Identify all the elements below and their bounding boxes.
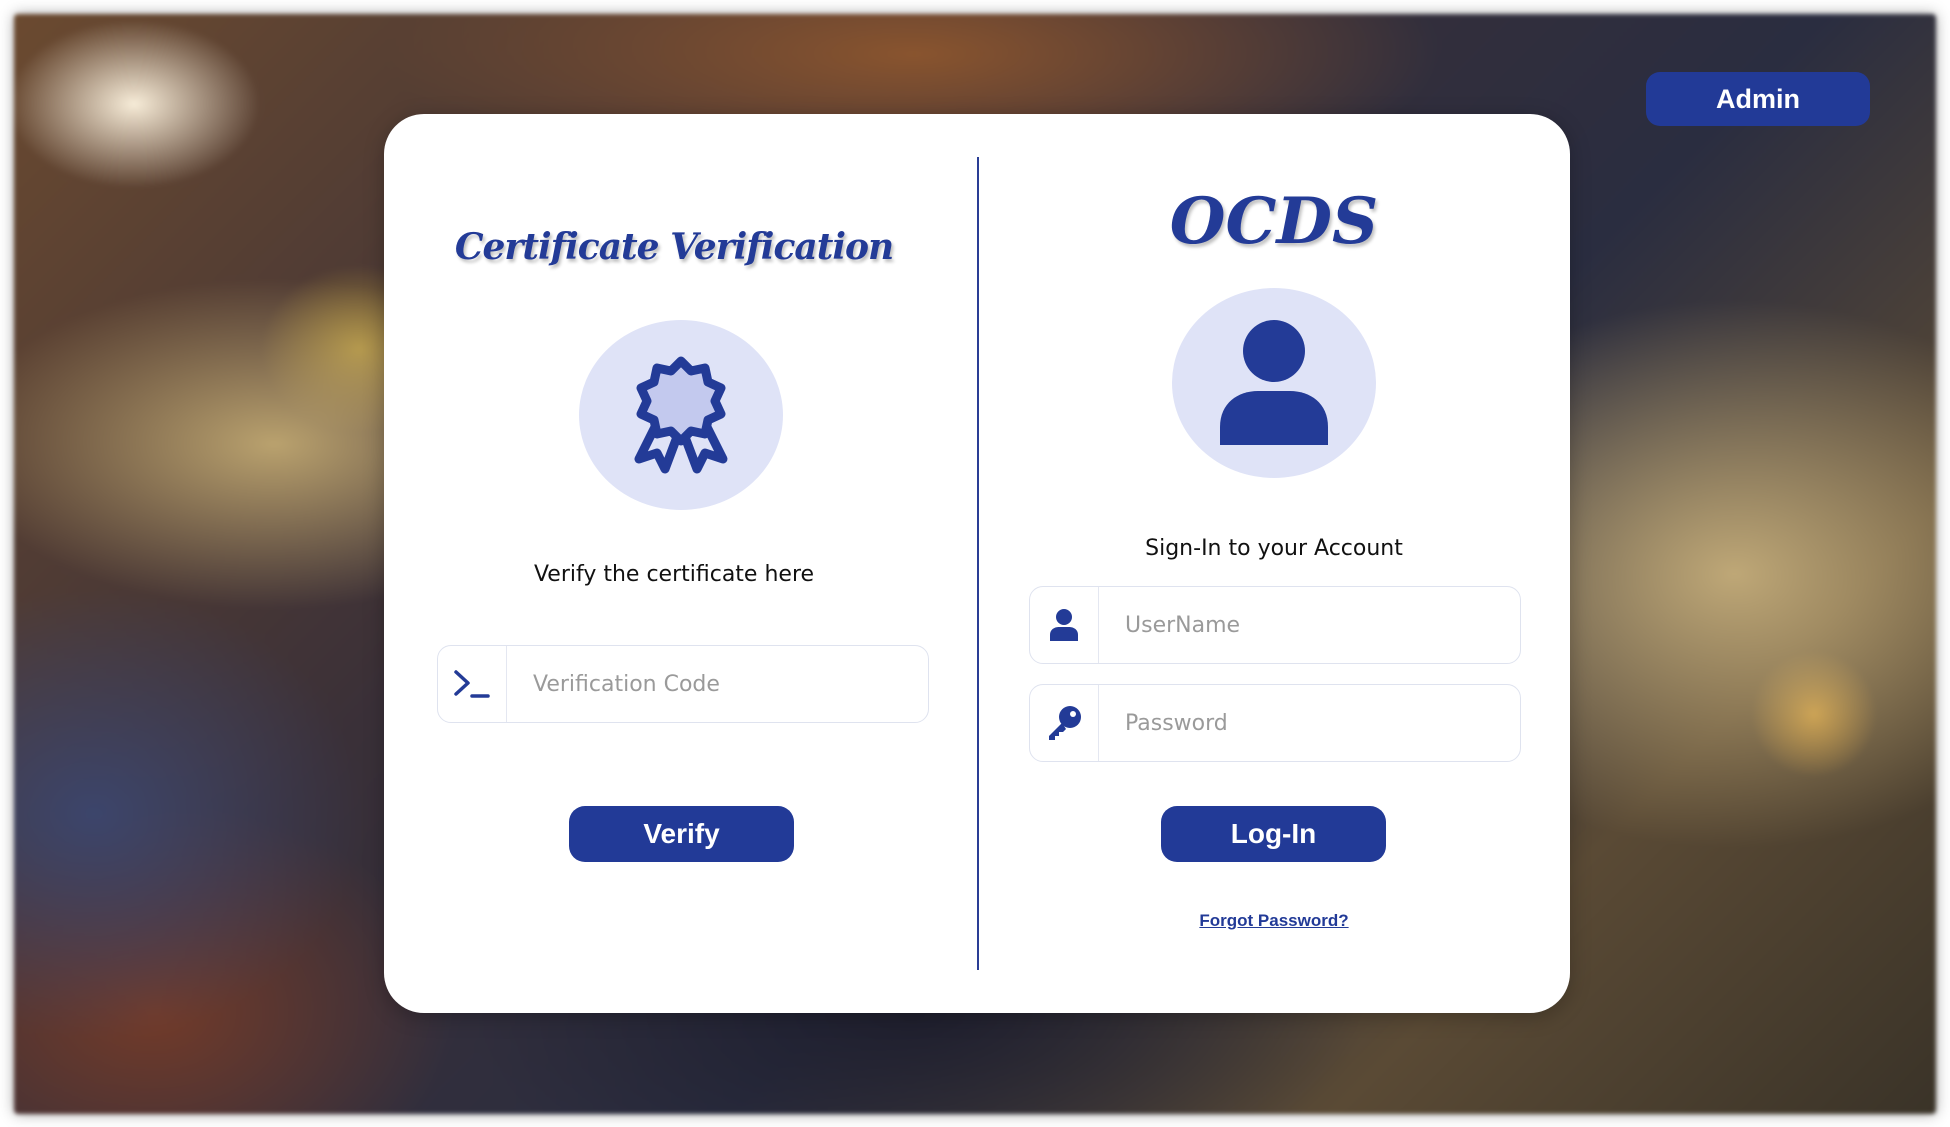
- verification-code-input[interactable]: [507, 646, 928, 722]
- login-button[interactable]: Log-In: [1161, 806, 1386, 862]
- forgot-password-link[interactable]: Forgot Password?: [1024, 911, 1524, 931]
- username-input[interactable]: [1099, 587, 1520, 663]
- certificate-verification-title: Certificate Verification: [454, 226, 894, 268]
- user-avatar-icon: [1172, 288, 1376, 478]
- password-input[interactable]: [1099, 685, 1520, 761]
- verification-code-field[interactable]: [437, 645, 929, 723]
- key-icon: [1030, 685, 1099, 761]
- user-icon: [1030, 587, 1099, 663]
- column-divider: [977, 157, 979, 970]
- ocds-title: OCDS: [1169, 184, 1379, 259]
- password-field[interactable]: [1029, 684, 1521, 762]
- terminal-prompt-icon: [438, 646, 507, 722]
- auth-card: Certificate Verification Verify the cert…: [384, 114, 1570, 1013]
- admin-button[interactable]: Admin: [1646, 72, 1870, 126]
- username-field[interactable]: [1029, 586, 1521, 664]
- signin-caption: Sign-In to your Account: [1145, 536, 1403, 561]
- award-ribbon-icon: [579, 320, 783, 510]
- verify-caption: Verify the certificate here: [533, 562, 815, 587]
- verify-button[interactable]: Verify: [569, 806, 794, 862]
